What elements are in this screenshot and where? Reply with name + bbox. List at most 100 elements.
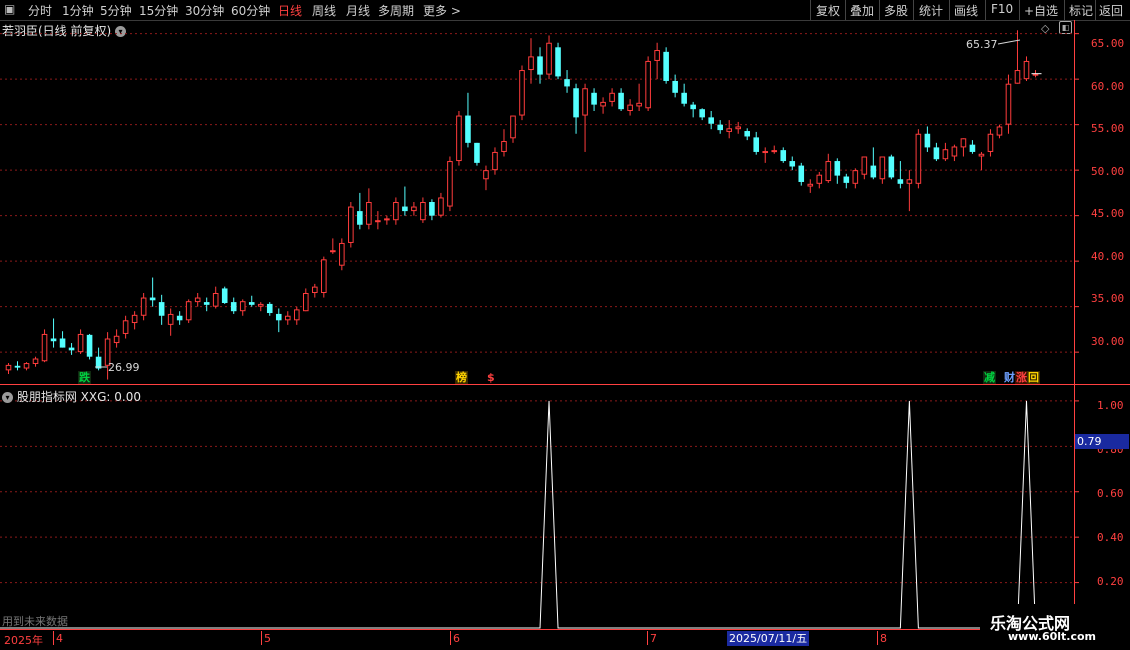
candle <box>978 151 985 171</box>
candle <box>780 147 787 163</box>
candle-body <box>59 338 66 348</box>
window-toggle-icon[interactable]: ◧ <box>1059 21 1072 34</box>
period-tab-multi[interactable]: 多周期 <box>378 2 414 19</box>
candle-body <box>14 365 21 368</box>
candle <box>411 202 417 216</box>
candle-body <box>77 333 84 353</box>
chevron-down-icon[interactable]: ▾ <box>2 392 13 403</box>
statistics-button[interactable]: 统计 <box>919 2 943 19</box>
candle <box>312 283 318 298</box>
period-tab-5min[interactable]: 5分钟 <box>100 2 132 19</box>
period-tab-daily[interactable]: 日线 <box>278 2 302 19</box>
candle-body <box>600 101 606 107</box>
candle <box>113 329 120 348</box>
candle <box>1032 70 1039 78</box>
candle <box>1014 30 1021 84</box>
draw-line-button[interactable]: 画线 <box>954 2 978 19</box>
event-marker-ranking[interactable]: 榜 <box>455 371 468 384</box>
toolbar-divider <box>1019 0 1020 20</box>
event-marker-back[interactable]: 回 <box>1027 371 1040 384</box>
period-tab-1min[interactable]: 1分钟 <box>62 2 94 19</box>
indicator-axis-label: 0.40 <box>1097 531 1124 544</box>
candle <box>519 65 525 121</box>
candle-body <box>717 124 723 131</box>
candle-body <box>321 259 327 293</box>
period-tab-15min[interactable]: 15分钟 <box>139 2 178 19</box>
candle-body <box>618 92 624 110</box>
candle-body <box>708 117 714 124</box>
candle-body <box>212 293 219 307</box>
stock-title-label: 若羽臣(日线 前复权) <box>2 24 112 38</box>
candle <box>77 329 84 354</box>
toolbar-menu-icon[interactable]: ▣ <box>4 2 15 16</box>
candle <box>384 215 390 225</box>
add-watchlist-button[interactable]: +自选 <box>1024 2 1058 19</box>
candle <box>555 42 561 80</box>
toolbar-divider <box>879 0 880 20</box>
date-axis-year: 2025年 <box>4 634 43 647</box>
indicator-axis-label: 0.20 <box>1097 575 1124 588</box>
toolbar-divider <box>949 0 950 20</box>
candle <box>140 293 147 321</box>
candle-body <box>690 104 696 110</box>
main-chart-title[interactable]: 若羽臣(日线 前复权) ▾ <box>2 22 127 39</box>
multi-stock-button[interactable]: 多股 <box>884 2 908 19</box>
candle <box>239 299 246 316</box>
candle-body <box>293 309 300 321</box>
candle <box>59 331 66 348</box>
period-tab-weekly[interactable]: 周线 <box>312 2 336 19</box>
high-price-label: 65.37 <box>966 38 998 51</box>
candle-body <box>609 92 615 102</box>
candle <box>672 74 678 98</box>
fuquan-button[interactable]: 复权 <box>816 2 840 19</box>
candle-body <box>636 102 642 107</box>
back-button[interactable]: 返回 <box>1099 2 1123 19</box>
price-axis-label: 55.00 <box>1091 122 1125 135</box>
candle <box>357 192 363 230</box>
event-marker-drop[interactable]: 跌 <box>78 371 91 384</box>
more-menu-button[interactable]: 更多 > <box>423 2 461 19</box>
candle-body <box>23 363 30 369</box>
candle-body <box>807 183 814 187</box>
candle <box>789 156 796 171</box>
xxg-line <box>0 400 1037 629</box>
overlay-button[interactable]: 叠加 <box>850 2 874 19</box>
period-tab-fenshi[interactable]: 分时 <box>28 2 52 19</box>
indicator-title[interactable]: ▾ 股朋指标网 XXG: 0.00 <box>2 388 141 405</box>
period-tab-30min[interactable]: 30分钟 <box>185 2 224 19</box>
candle-body <box>330 250 336 253</box>
high-arrow <box>997 39 1021 45</box>
candle-body <box>348 206 354 243</box>
candle-body <box>510 115 516 139</box>
kline-chart[interactable] <box>0 0 1130 650</box>
candle <box>870 147 877 180</box>
candle-body <box>780 150 787 162</box>
period-tab-60min[interactable]: 60分钟 <box>231 2 270 19</box>
candle-body <box>402 206 408 212</box>
date-axis-month: 8 <box>880 632 887 645</box>
mark-button[interactable]: 标记 <box>1069 2 1093 19</box>
candle-body <box>167 313 174 325</box>
candle-body <box>663 51 669 81</box>
f10-button[interactable]: F10 <box>991 2 1013 16</box>
candle-body <box>366 202 372 225</box>
candle <box>609 88 615 107</box>
candle-body <box>194 297 201 303</box>
toolbar-divider <box>1064 0 1065 20</box>
indicator-lines <box>0 400 1037 629</box>
chevron-down-icon[interactable]: ▾ <box>115 26 127 37</box>
candle <box>212 286 219 309</box>
event-marker-reduce[interactable]: 减 <box>983 371 996 384</box>
candle-body <box>627 104 633 111</box>
cursor-date-badge: 2025/07/11/五 <box>727 631 810 646</box>
period-tab-monthly[interactable]: 月线 <box>346 2 370 19</box>
candle-body <box>546 42 552 75</box>
candle-body <box>312 286 318 294</box>
candle-body <box>1005 83 1012 125</box>
candle <box>510 115 516 143</box>
candle <box>393 197 399 225</box>
event-marker-dollar[interactable]: $ <box>486 371 496 384</box>
candle <box>1023 56 1030 81</box>
diamond-icon[interactable]: ◇ <box>1041 22 1049 35</box>
candle <box>23 362 30 371</box>
